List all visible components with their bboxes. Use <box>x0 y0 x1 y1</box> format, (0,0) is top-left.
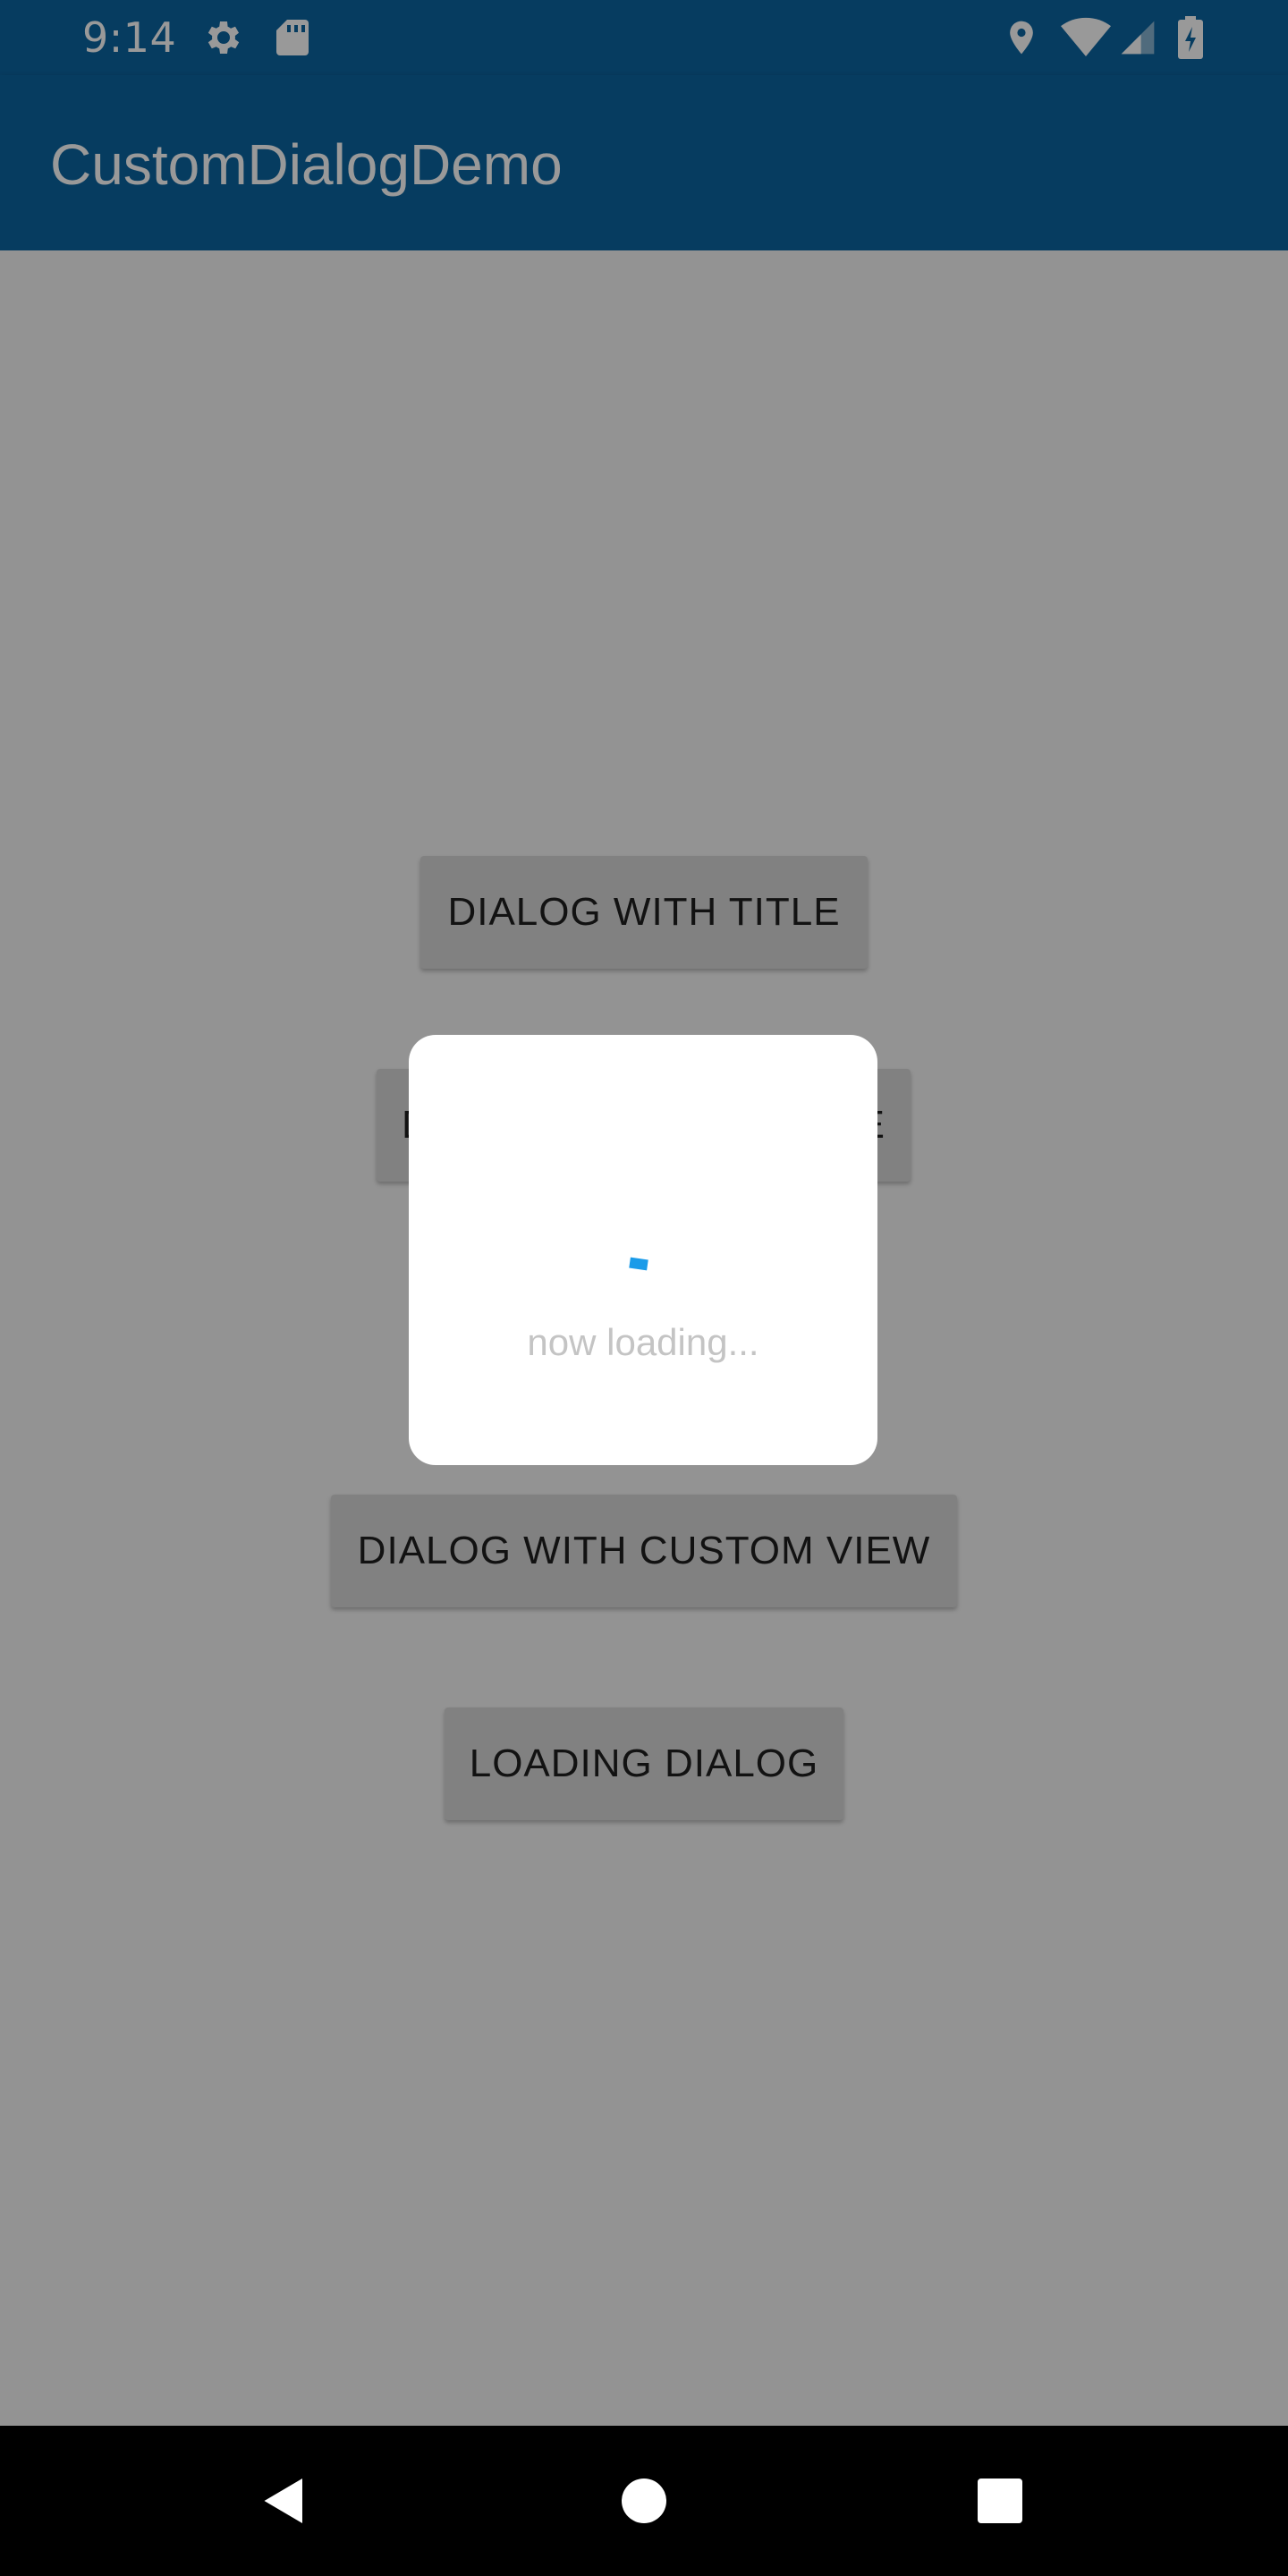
back-icon[interactable] <box>258 2474 311 2528</box>
progress-spinner-icon <box>629 1257 648 1271</box>
navigation-bar <box>0 2426 1288 2576</box>
home-icon[interactable] <box>617 2474 671 2528</box>
recents-icon[interactable] <box>973 2474 1027 2528</box>
loading-message: now loading... <box>527 1321 759 1363</box>
loading-dialog: now loading... <box>409 1035 877 1465</box>
screen: 9:14 CustomDialogDemo DIALOG WITH TITLE … <box>0 0 1288 2576</box>
